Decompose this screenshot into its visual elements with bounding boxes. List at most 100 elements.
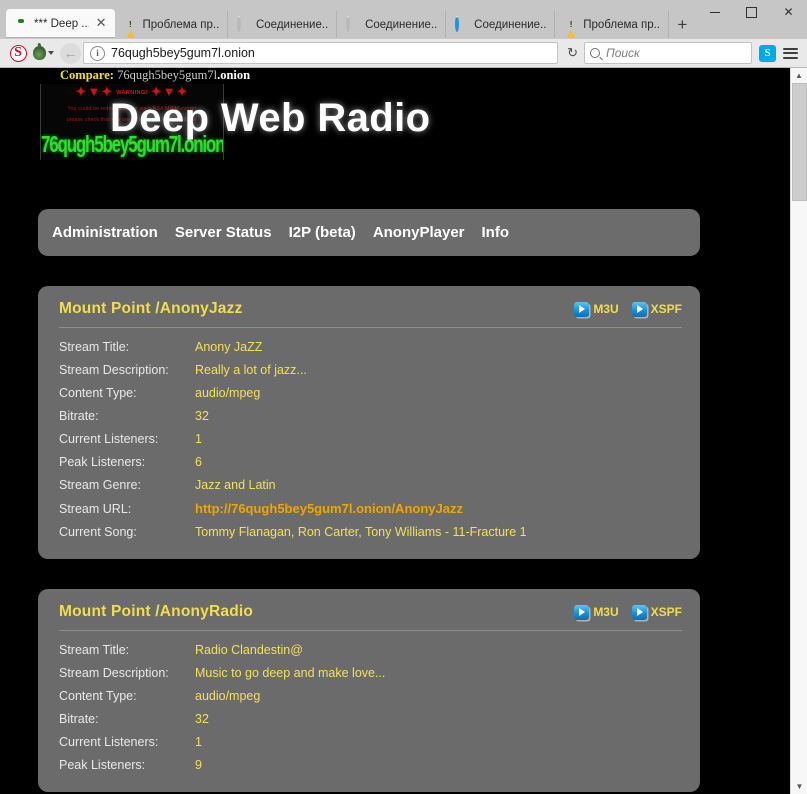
nav-link-i2p-beta[interactable]: I2P (beta) [289, 224, 356, 241]
mount-point-title-prefix: Mount Point [59, 300, 151, 317]
compare-address: 76qugh5bey5gum7l.onion [117, 68, 250, 82]
nav-link-info[interactable]: Info [482, 224, 510, 241]
stream-info-value: Jazz and Latin [195, 478, 276, 492]
stream-info-row: Peak Listeners:9 [59, 753, 682, 776]
url-input[interactable]: 76qugh5bey5gum7l.onion [111, 46, 553, 60]
stream-info-label: Content Type: [59, 689, 195, 703]
stream-info-label: Stream Description: [59, 666, 195, 680]
stream-info-row: Content Type:audio/mpeg [59, 684, 682, 707]
browser-tab[interactable]: Проблема пр... [555, 11, 668, 38]
stream-info-label: Peak Listeners: [59, 758, 195, 772]
playlist-link-label: XSPF [651, 302, 682, 316]
search-bar[interactable]: Поиск [584, 42, 752, 64]
playlist-link-label: M3U [593, 302, 618, 316]
compare-address-tld: .onion [217, 68, 250, 82]
stream-info-value: 1 [195, 735, 202, 749]
close-window-button[interactable]: ✕ [770, 0, 807, 24]
mount-point-panel: Mount Point /AnonyRadio M3U XSPF Stream Tit… [38, 589, 700, 792]
stream-info-value[interactable]: http://76qugh5bey5gum7l.onion/AnonyJazz [195, 501, 463, 516]
playlist-link-m3u[interactable]: M3U [574, 605, 618, 620]
warning-icon [124, 18, 138, 32]
back-button[interactable]: ← [60, 43, 81, 64]
web-page: Compare: 76qugh5bey5gum7l.onion ✦▼✦ WARN… [0, 68, 790, 794]
site-info-icon[interactable]: i [90, 46, 105, 61]
torbutton-onion-menu[interactable] [33, 46, 54, 60]
mount-point-header: Mount Point /AnonyRadio M3U XSPF [59, 603, 682, 630]
search-input[interactable]: Поиск [606, 46, 640, 60]
nav-link-server-status[interactable]: Server Status [175, 224, 272, 241]
close-tab-icon[interactable]: ✕ [95, 17, 108, 30]
stream-info-label: Current Song: [59, 525, 195, 539]
stream-info-label: Stream Genre: [59, 478, 195, 492]
globe-icon [15, 17, 29, 31]
new-tab-button[interactable]: + [669, 11, 696, 38]
browser-tab[interactable]: Проблема пр... [115, 11, 228, 38]
tab-label: Соединение... [365, 19, 438, 31]
spinner-blue-icon [455, 18, 469, 32]
page-viewport: Compare: 76qugh5bey5gum7l.onion ✦▼✦ WARN… [0, 68, 807, 794]
browser-tab[interactable]: *** Deep ... ✕ [6, 9, 115, 38]
scroll-down-arrow[interactable]: ▼ [791, 779, 807, 794]
spinner-grey-icon [237, 18, 251, 32]
maximize-button[interactable] [733, 0, 770, 24]
vertical-scrollbar[interactable]: ▲ ▼ [790, 68, 807, 794]
stream-info-row: Stream Description:Really a lot of jazz.… [59, 358, 682, 381]
stream-info-value: audio/mpeg [195, 386, 260, 400]
nav-link-administration[interactable]: Administration [52, 224, 158, 241]
browser-toolbar: S ← i 76qugh5bey5gum7l.onion ↻ Поиск S [0, 38, 807, 68]
stream-info-value: Really a lot of jazz... [195, 363, 307, 377]
stream-info-value: Radio Clandestin@ [195, 643, 303, 657]
skype-extension-button[interactable]: S [759, 45, 776, 62]
tab-label: *** Deep ... [34, 18, 89, 30]
mount-point-header: Mount Point /AnonyJazz M3U XSPF [59, 300, 682, 327]
stream-info-value: Tommy Flanagan, Ron Carter, Tony William… [195, 525, 527, 539]
brand-logo-icon[interactable]: S [7, 42, 29, 64]
stream-info-value: 1 [195, 432, 202, 446]
playlist-link-xspf[interactable]: XSPF [632, 605, 682, 620]
tab-label: Проблема пр... [583, 19, 660, 31]
mount-point-panel: Mount Point /AnonyJazz M3U XSPF Stream Titl… [38, 286, 700, 559]
chevron-down-icon [48, 51, 54, 55]
stream-info-label: Current Listeners: [59, 432, 195, 446]
playlist-link-label: XSPF [651, 605, 682, 619]
play-icon [632, 302, 647, 317]
stream-info-row: Stream Title:Anony JaZZ [59, 335, 682, 358]
reload-button[interactable]: ↻ [567, 45, 578, 61]
stream-info-label: Stream Title: [59, 643, 195, 657]
search-icon [590, 48, 600, 58]
stream-info-value: Music to go deep and make love... [195, 666, 385, 680]
browser-tab[interactable]: Соединение... [228, 11, 337, 38]
compare-address-main: 76qugh5bey5gum7l [117, 68, 217, 82]
url-bar[interactable]: i 76qugh5bey5gum7l.onion [83, 42, 558, 64]
stream-info-label: Stream URL: [59, 502, 195, 516]
menu-button[interactable] [783, 45, 798, 61]
main-navigation: Administration Server Status I2P (beta) Ano… [38, 209, 700, 256]
panel-divider [59, 327, 682, 328]
mount-point-list: Mount Point /AnonyJazz M3U XSPF Stream Titl… [0, 286, 790, 792]
mount-point-title: Mount Point /AnonyRadio [59, 603, 253, 621]
play-icon [632, 605, 647, 620]
stream-info-row: Stream Description:Music to go deep and … [59, 661, 682, 684]
play-icon [574, 302, 589, 317]
scrollbar-thumb[interactable] [792, 83, 807, 201]
minimize-button[interactable] [696, 0, 733, 24]
tab-strip: *** Deep ...✕Проблема пр...Соединение...… [0, 0, 696, 38]
stream-info-label: Peak Listeners: [59, 455, 195, 469]
playlist-links: M3U XSPF [574, 302, 682, 317]
browser-tab[interactable]: Соединение... [446, 11, 555, 38]
browser-window: *** Deep ...✕Проблема пр...Соединение...… [0, 0, 807, 794]
nav-link-anonyplayer[interactable]: AnonyPlayer [373, 224, 465, 241]
compare-label: Compare: [60, 68, 114, 82]
title-bar: *** Deep ...✕Проблема пр...Соединение...… [0, 0, 807, 38]
mount-point-title-prefix: Mount Point [59, 603, 151, 620]
scroll-up-arrow[interactable]: ▲ [791, 68, 807, 83]
stream-info-row: Stream Title:Radio Clandestin@ [59, 638, 682, 661]
mount-point-title: Mount Point /AnonyJazz [59, 300, 243, 318]
stream-info-value: Anony JaZZ [195, 340, 262, 354]
playlist-link-m3u[interactable]: M3U [574, 302, 618, 317]
stream-info-value: 6 [195, 455, 202, 469]
stream-info-label: Bitrate: [59, 712, 195, 726]
spinner-grey-icon [346, 18, 360, 32]
browser-tab[interactable]: Соединение... [337, 11, 446, 38]
playlist-link-xspf[interactable]: XSPF [632, 302, 682, 317]
